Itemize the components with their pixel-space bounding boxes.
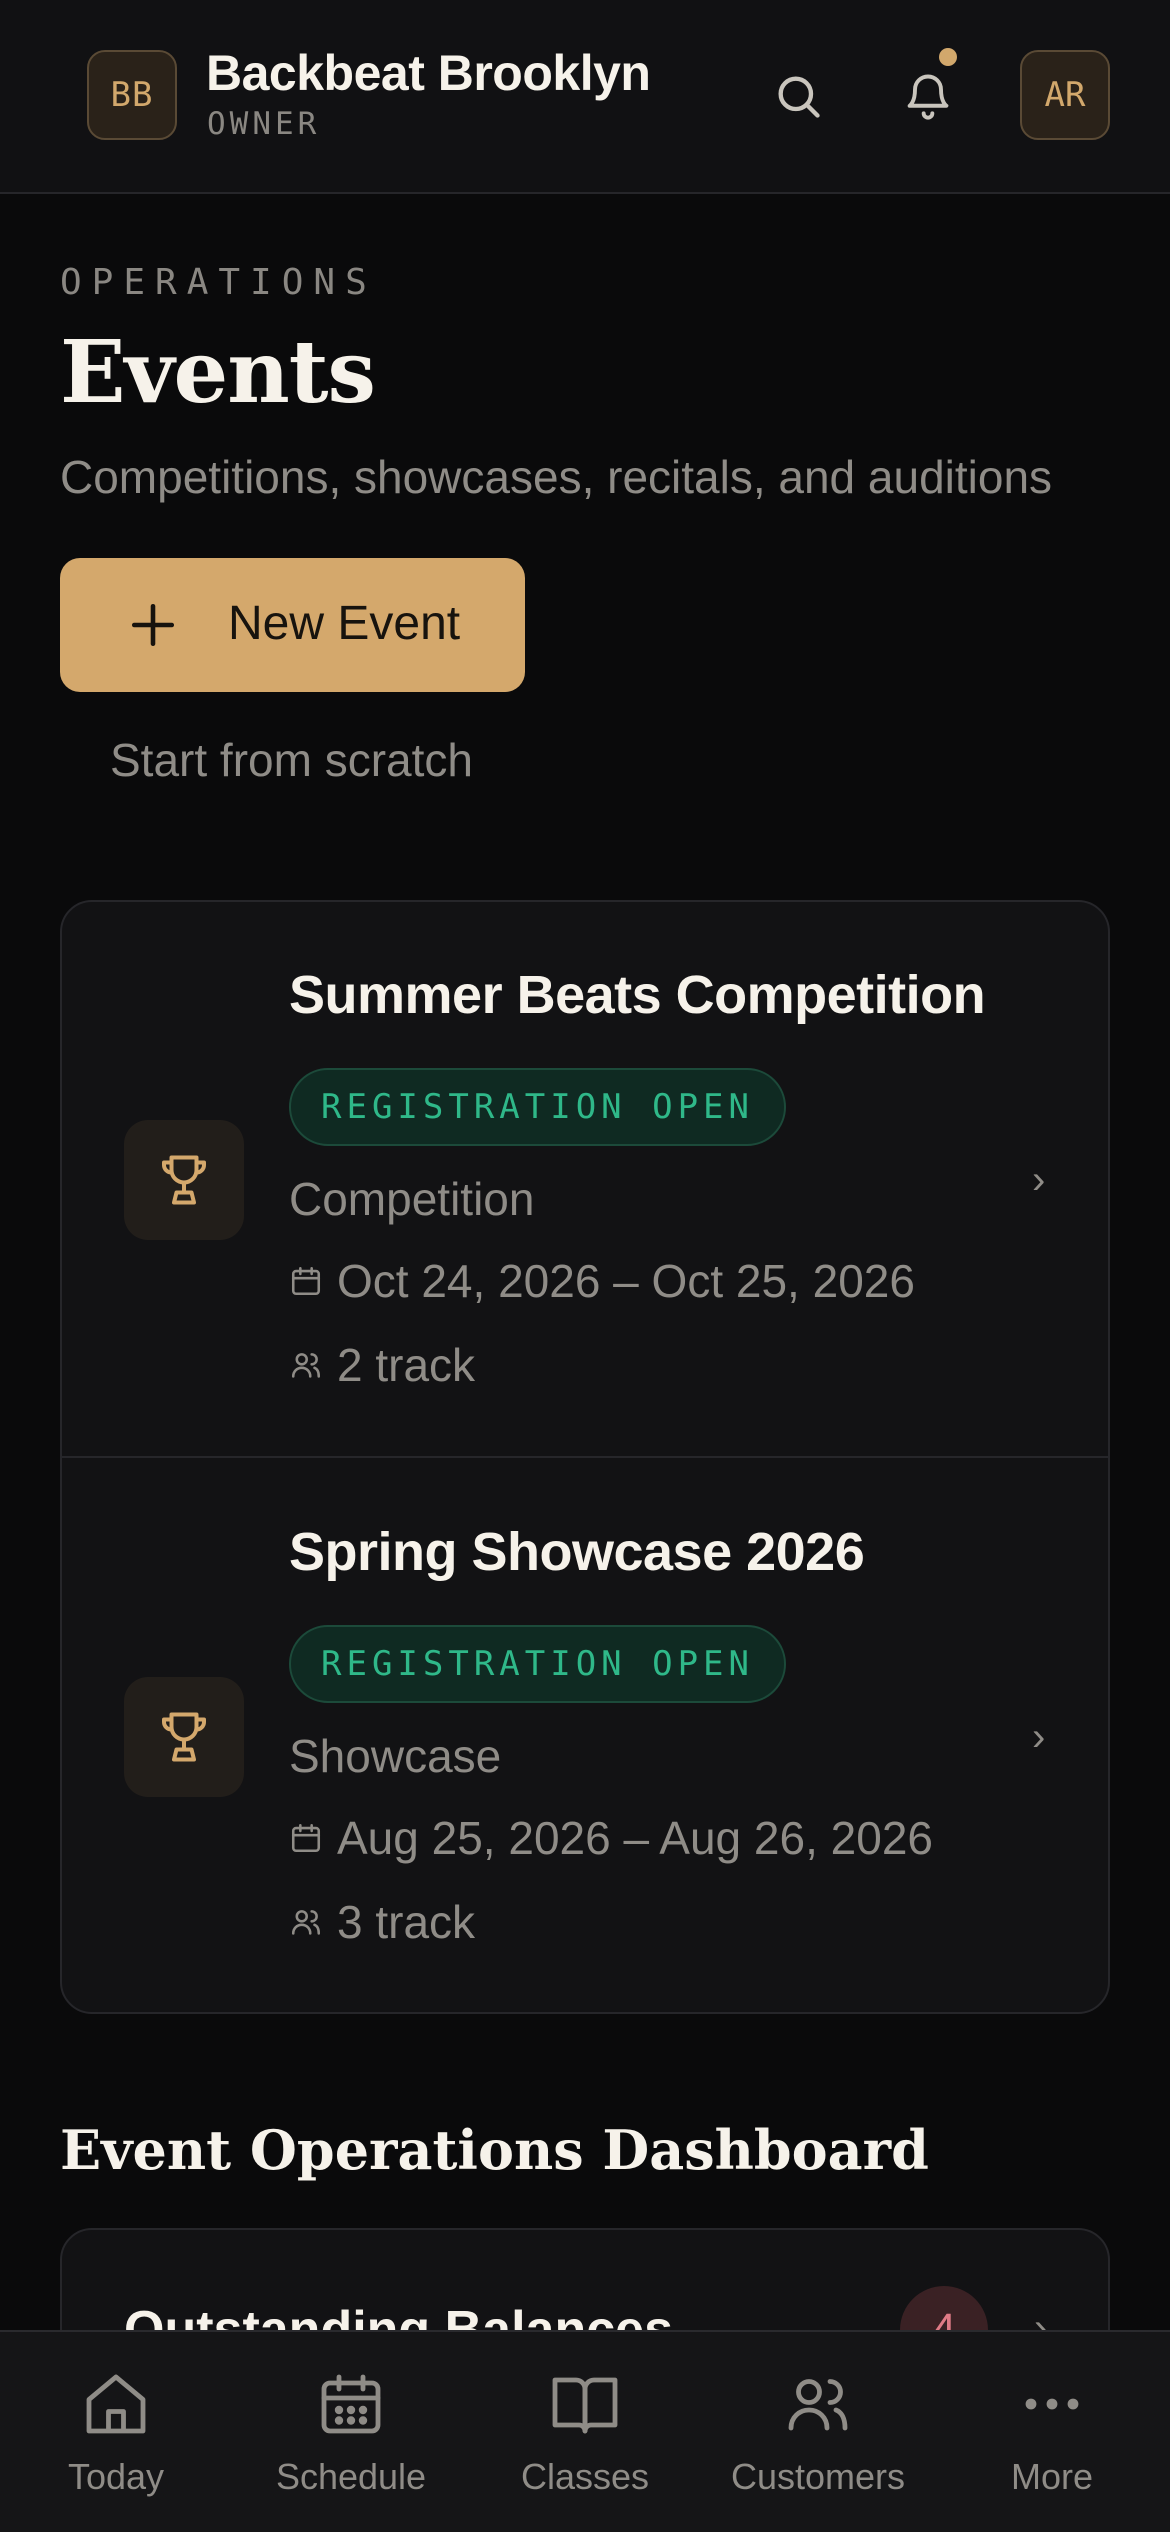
home-icon bbox=[76, 2364, 156, 2444]
book-icon bbox=[545, 2364, 625, 2444]
event-row[interactable]: Spring Showcase 2026 REGISTRATION OPEN S… bbox=[62, 1459, 1108, 2012]
nav-label: Customers bbox=[730, 2456, 906, 2497]
page-subtitle: Competitions, showcases, recitals, and a… bbox=[60, 451, 1053, 503]
calendar-icon bbox=[311, 2364, 391, 2444]
nav-label: Schedule bbox=[275, 2456, 427, 2497]
start-from-scratch-link[interactable]: Start from scratch bbox=[110, 733, 473, 787]
nav-label: Today bbox=[67, 2456, 165, 2497]
trophy-icon bbox=[124, 1120, 244, 1240]
event-dates-text: Oct 24, 2026 – Oct 25, 2026 bbox=[337, 1255, 915, 1307]
calendar-icon bbox=[289, 1264, 323, 1298]
bell-icon[interactable] bbox=[898, 66, 958, 126]
new-event-label: New Event bbox=[228, 597, 461, 650]
nav-label: Classes bbox=[520, 2456, 650, 2497]
user-avatar[interactable]: AR bbox=[1020, 50, 1110, 140]
org-role: OWNER bbox=[207, 106, 321, 142]
more-icon bbox=[1012, 2364, 1092, 2444]
event-tracks-text: 2 track bbox=[337, 1339, 476, 1391]
page-title: Events bbox=[60, 322, 376, 423]
users-icon bbox=[778, 2364, 858, 2444]
chevron-right-icon: › bbox=[1032, 1158, 1046, 1202]
event-tracks: 2 track bbox=[289, 1338, 475, 1392]
app-header: BB Backbeat Brooklyn OWNER AR bbox=[0, 0, 1170, 194]
search-icon[interactable] bbox=[768, 66, 828, 126]
trophy-icon bbox=[124, 1677, 244, 1797]
chevron-right-icon: › bbox=[1032, 1715, 1046, 1759]
event-tracks-text: 3 track bbox=[337, 1896, 476, 1948]
status-badge: REGISTRATION OPEN bbox=[289, 1068, 786, 1146]
org-avatar[interactable]: BB bbox=[87, 50, 177, 140]
dashboard-title: Event Operations Dashboard bbox=[60, 2118, 929, 2182]
event-title: Summer Beats Competition bbox=[289, 965, 986, 1025]
events-page: BB Backbeat Brooklyn OWNER AR OPERATIONS… bbox=[0, 0, 1170, 2532]
org-name: Backbeat Brooklyn bbox=[206, 45, 651, 101]
section-eyebrow: OPERATIONS bbox=[60, 262, 377, 303]
nav-classes[interactable]: Classes bbox=[505, 2332, 665, 2532]
notification-dot bbox=[939, 48, 957, 66]
plus-icon bbox=[128, 600, 178, 650]
event-row[interactable]: Summer Beats Competition REGISTRATION OP… bbox=[62, 902, 1108, 1458]
event-dates: Aug 25, 2026 – Aug 26, 2026 bbox=[289, 1811, 933, 1865]
nav-today[interactable]: Today bbox=[36, 2332, 196, 2532]
event-type: Showcase bbox=[289, 1730, 502, 1782]
event-tracks: 3 track bbox=[289, 1895, 475, 1949]
events-list: Summer Beats Competition REGISTRATION OP… bbox=[60, 900, 1110, 2014]
nav-customers[interactable]: Customers bbox=[718, 2332, 918, 2532]
nav-label: More bbox=[1010, 2456, 1094, 2497]
nav-schedule[interactable]: Schedule bbox=[266, 2332, 436, 2532]
event-type: Competition bbox=[289, 1173, 535, 1225]
users-icon bbox=[289, 1348, 323, 1382]
new-event-button[interactable]: New Event bbox=[60, 558, 525, 692]
status-badge: REGISTRATION OPEN bbox=[289, 1625, 786, 1703]
event-dates: Oct 24, 2026 – Oct 25, 2026 bbox=[289, 1254, 915, 1308]
bottom-nav: Today Schedule Classes Customers More bbox=[0, 2330, 1170, 2532]
calendar-icon bbox=[289, 1821, 323, 1855]
nav-more[interactable]: More bbox=[972, 2332, 1132, 2532]
event-dates-text: Aug 25, 2026 – Aug 26, 2026 bbox=[337, 1812, 933, 1864]
event-title: Spring Showcase 2026 bbox=[289, 1522, 865, 1582]
users-icon bbox=[289, 1905, 323, 1939]
